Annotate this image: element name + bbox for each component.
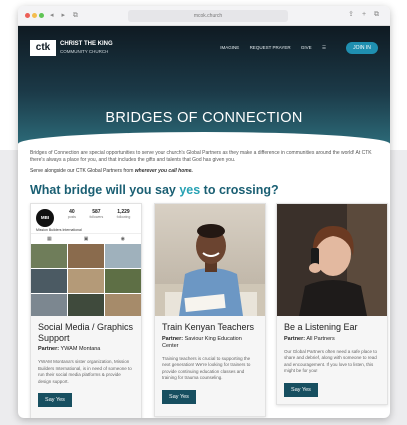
heading-part-1: What bridge will you say	[30, 183, 180, 197]
card-partner: Partner: YWAM Montana	[38, 346, 134, 353]
browser-window: ◂ ▸ ⧉ mcok.church ⇪ + ⧉ ctk CHRIST THE K…	[18, 6, 390, 418]
ig-tab-icons: ▦ ▣ ◉	[31, 234, 141, 244]
browser-nav-icons[interactable]: ◂ ▸ ⧉	[50, 11, 81, 20]
card-body: Social Media / Graphics Support Partner:…	[31, 316, 141, 413]
join-in-button[interactable]: JOIN IN	[346, 42, 378, 54]
ig-thumb	[31, 244, 67, 268]
smiling-man-illustration	[155, 224, 265, 316]
ctk-logo[interactable]: ctk	[30, 40, 56, 56]
ig-stat-label: posts	[67, 215, 77, 219]
serve-prefix: Serve alongside our CTK Global Partners …	[30, 168, 135, 174]
card-title: Be a Listening Ear	[284, 322, 358, 332]
partner-name: YWAM Montana	[60, 346, 101, 352]
ig-thumb	[31, 294, 67, 316]
teacher-photo	[155, 204, 265, 316]
nav-links: IMAGINE REQUEST PRAYER GIVE ☰	[211, 45, 326, 51]
logo-name: CHRIST THE KING	[60, 41, 113, 47]
partner-label: Partner:	[162, 335, 184, 342]
partner-label: Partner:	[38, 346, 60, 352]
card-description: YWAM Montana's sister organization, Miss…	[38, 359, 132, 384]
tagged-icon: ◉	[120, 236, 125, 242]
logo-text: CHRIST THE KING COMMUNITY CHURCH	[60, 41, 113, 55]
site-nav: ctk CHRIST THE KING COMMUNITY CHURCH IMA…	[30, 40, 378, 58]
card-title: Social Media / Graphics Support	[38, 322, 134, 343]
listener-photo	[277, 204, 387, 316]
card-description: Our Global Partners often need a safe pl…	[284, 348, 378, 374]
page-title: BRIDGES OF CONNECTION	[105, 110, 303, 126]
ig-stat-label: following	[116, 215, 131, 219]
hero-curve-divider	[18, 132, 390, 144]
ig-thumb	[68, 244, 104, 268]
card-social-media: MBI 40 posts 587 followers 1,229 following …	[30, 203, 142, 418]
card-description: Training teachers is crucial to supporti…	[162, 355, 251, 381]
partner-label: Partner:	[284, 335, 306, 342]
ig-stat-following: 1,229 following	[117, 209, 131, 219]
nav-link-imagine[interactable]: IMAGINE	[220, 45, 239, 50]
nav-link-give[interactable]: GIVE	[301, 45, 312, 50]
opportunity-cards: MBI 40 posts 587 followers 1,229 following …	[30, 203, 388, 418]
browser-action-icons[interactable]: ⇪ + ⧉	[348, 10, 382, 19]
card-partner: Partner: Saviour King Education Center	[162, 336, 258, 350]
minimize-window-button[interactable]	[32, 13, 37, 18]
card-listening-ear: Be a Listening Ear Partner: All Partners…	[276, 203, 388, 405]
menu-icon[interactable]: ☰	[322, 45, 326, 50]
main-content: Bridges of Connection are special opport…	[18, 144, 390, 418]
hero-banner: ctk CHRIST THE KING COMMUNITY CHURCH IMA…	[18, 26, 390, 144]
say-yes-button[interactable]: Say Yes	[162, 389, 196, 404]
nav-link-request-prayer[interactable]: REQUEST PRAYER	[250, 45, 291, 50]
ig-profile-name: Mission Builders International	[36, 228, 82, 232]
address-bar[interactable]: mcok.church	[128, 10, 288, 22]
ig-photo-grid	[31, 244, 141, 316]
ig-thumb	[31, 269, 67, 293]
card-body: Be a Listening Ear Partner: All Partners…	[277, 316, 387, 403]
logo-subtitle: COMMUNITY CHURCH	[60, 49, 109, 54]
instagram-profile-image: MBI 40 posts 587 followers 1,229 following …	[31, 204, 141, 316]
woman-on-phone-illustration	[277, 204, 387, 316]
close-window-button[interactable]	[25, 13, 30, 18]
heading-part-2: to crossing?	[200, 183, 279, 197]
ig-thumb	[105, 294, 141, 316]
say-yes-button[interactable]: Say Yes	[284, 382, 318, 397]
card-train-teachers: Train Kenyan Teachers Partner: Saviour K…	[154, 203, 266, 417]
browser-toolbar: ◂ ▸ ⧉ mcok.church ⇪ + ⧉	[18, 6, 390, 26]
ig-avatar: MBI	[36, 209, 54, 227]
intro-paragraph: Bridges of Connection are special opport…	[30, 150, 372, 163]
ig-thumb	[68, 269, 104, 293]
reels-icon: ▣	[83, 236, 89, 242]
ig-thumb	[68, 294, 104, 316]
maximize-window-button[interactable]	[39, 13, 44, 18]
serve-emphasis: wherever you call home.	[134, 168, 193, 174]
ig-thumb	[105, 244, 141, 268]
ig-profile-header: MBI 40 posts 587 followers 1,229 following …	[31, 204, 141, 234]
partner-name: All Partners	[306, 335, 335, 342]
grid-icon: ▦	[47, 236, 52, 242]
serve-line: Serve alongside our CTK Global Partners …	[30, 168, 378, 175]
card-title: Train Kenyan Teachers	[162, 322, 255, 332]
ig-stat-label: followers	[89, 215, 104, 219]
heading-yes: yes	[179, 183, 201, 197]
card-partner: Partner: All Partners	[284, 336, 380, 343]
ig-stat-posts: 40 posts	[68, 209, 76, 219]
section-heading: What bridge will you say yes to crossing…	[30, 183, 378, 197]
ig-stats: 40 posts 587 followers 1,229 following	[61, 209, 137, 219]
ig-stat-followers: 587 followers	[89, 209, 103, 219]
card-body: Train Kenyan Teachers Partner: Saviour K…	[155, 316, 265, 410]
say-yes-button[interactable]: Say Yes	[38, 393, 72, 407]
ig-thumb	[105, 269, 141, 293]
